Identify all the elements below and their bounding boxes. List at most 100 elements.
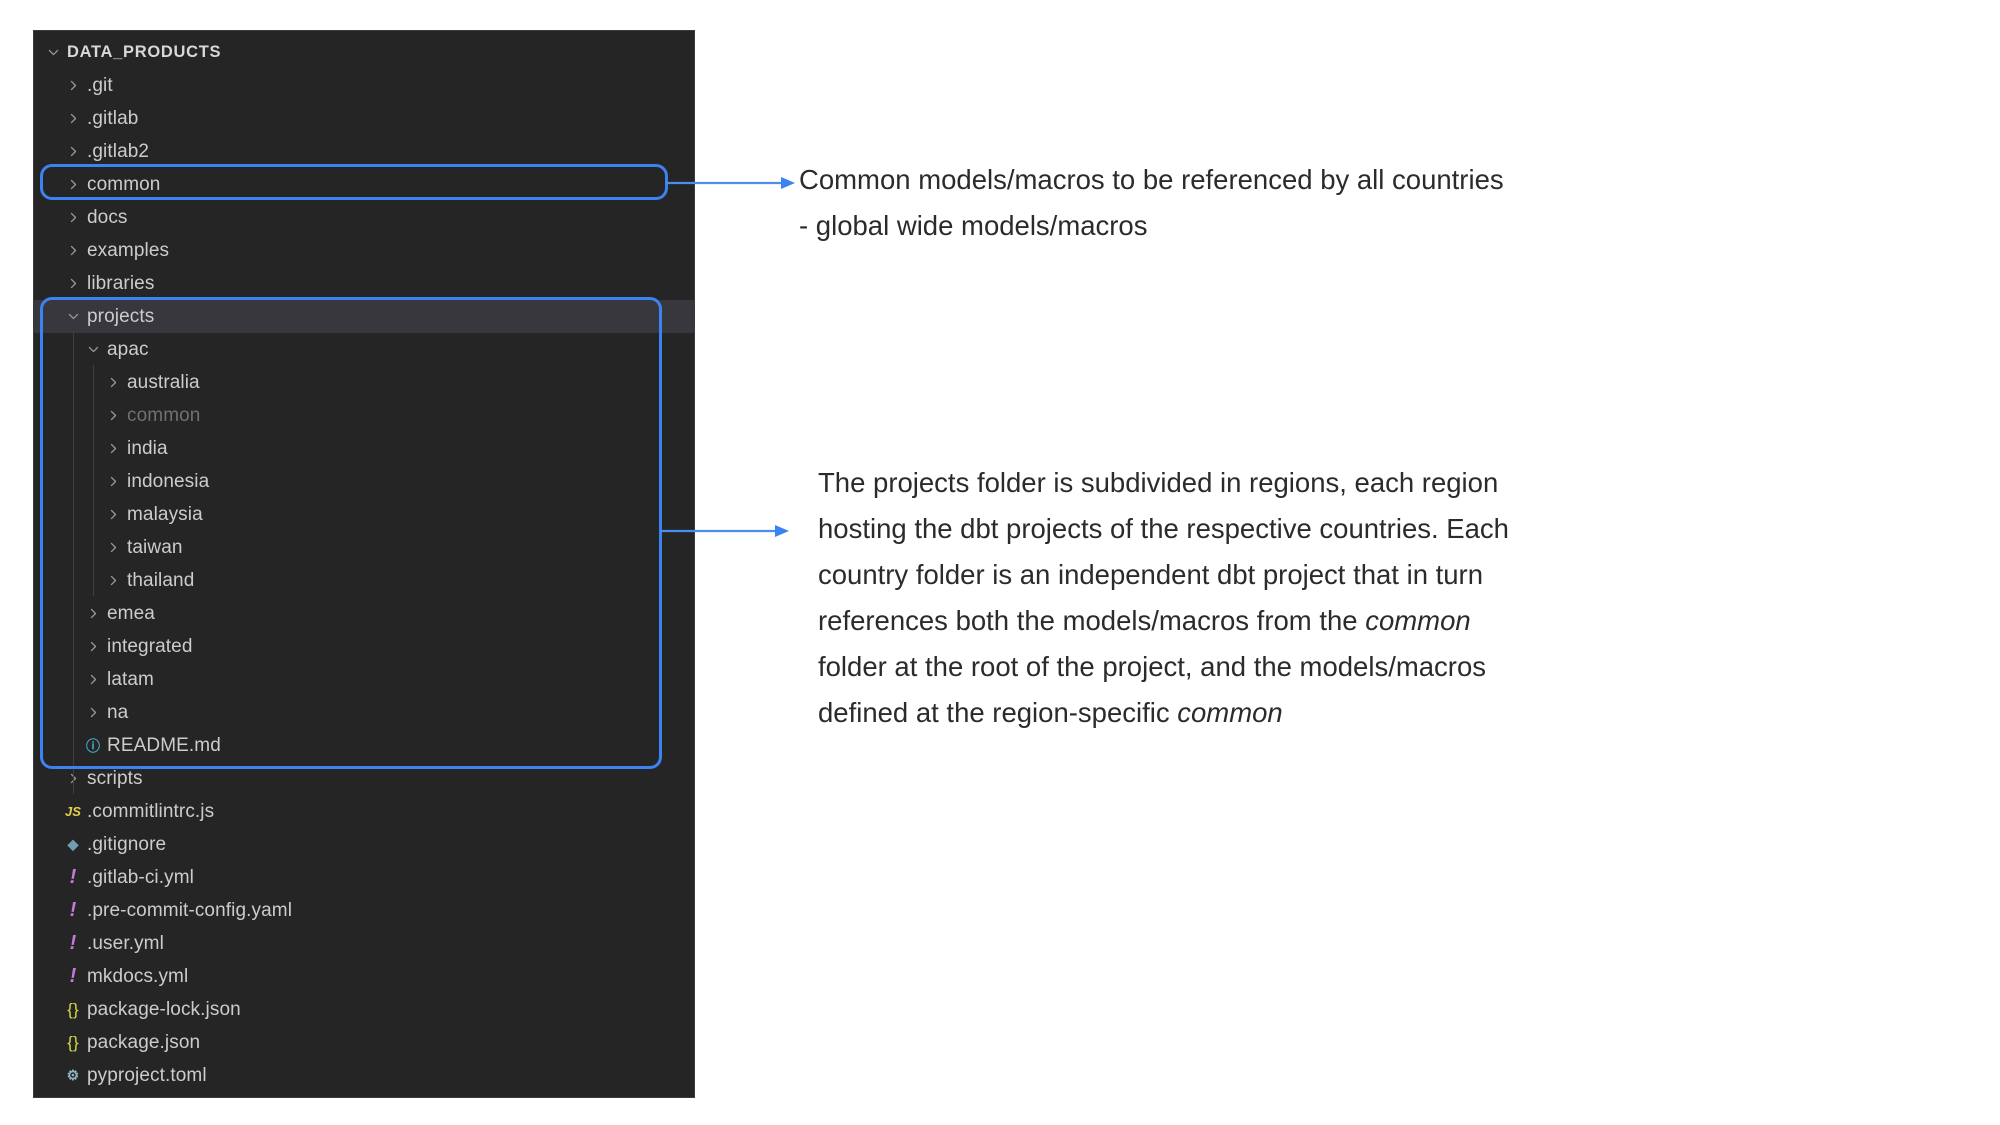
callout-arrow-common: [666, 177, 795, 189]
tree-folder-australia[interactable]: australia: [34, 366, 694, 399]
tree-file-package-lock-json[interactable]: {} package-lock.json: [34, 993, 694, 1026]
tree-item-label: .commitlintrc.js: [87, 800, 215, 822]
tree-item-label: common: [87, 173, 161, 195]
annotation-text-projects: The projects folder is subdivided in reg…: [818, 460, 1518, 736]
tree-item-label: thailand: [127, 569, 195, 591]
tree-item-label: mkdocs.yml: [87, 965, 189, 987]
tree-file-commitlintrc-js[interactable]: JS .commitlintrc.js: [34, 795, 694, 828]
chevron-right-icon[interactable]: [61, 112, 85, 125]
tree-item-label: malaysia: [127, 503, 203, 525]
file-explorer-panel[interactable]: DATA_PRODUCTS .git .gitlab .gitlab2 common do…: [33, 30, 695, 1098]
yaml-file-icon: !: [69, 866, 77, 888]
tree-item-label: integrated: [107, 635, 193, 657]
tree-item-label: indonesia: [127, 470, 210, 492]
chevron-right-icon[interactable]: [81, 706, 105, 719]
tree-folder-latam[interactable]: latam: [34, 663, 694, 696]
tree-folder-gitlab[interactable]: .gitlab: [34, 102, 694, 135]
tree-file-package-json[interactable]: {} package.json: [34, 1026, 694, 1059]
tree-folder-emea[interactable]: emea: [34, 597, 694, 630]
annotation-projects-emphasis-2: common: [1177, 697, 1283, 728]
tree-folder-apac[interactable]: apac: [34, 333, 694, 366]
tree-item-label: libraries: [87, 272, 155, 294]
chevron-down-icon[interactable]: [61, 310, 85, 323]
tree-folder-gitlab2[interactable]: .gitlab2: [34, 135, 694, 168]
tree-folder-docs[interactable]: docs: [34, 201, 694, 234]
tree-item-label: na: [107, 701, 129, 723]
tree-item-label: common: [127, 404, 201, 426]
chevron-down-icon[interactable]: [41, 46, 65, 59]
chevron-right-icon[interactable]: [101, 508, 125, 521]
tree-item-label: examples: [87, 239, 170, 261]
annotation-projects-emphasis-1: common: [1365, 605, 1471, 636]
tree-item-label: .user.yml: [87, 932, 164, 954]
chevron-right-icon[interactable]: [61, 145, 85, 158]
tree-item-label: .gitlab-ci.yml: [87, 866, 194, 888]
tree-item-label: emea: [107, 602, 155, 624]
tree-folder-projects[interactable]: projects: [34, 300, 694, 333]
chevron-right-icon[interactable]: [61, 178, 85, 191]
tree-file-gitignore[interactable]: ◆ .gitignore: [34, 828, 694, 861]
tree-folder-malaysia[interactable]: malaysia: [34, 498, 694, 531]
tree-folder-examples[interactable]: examples: [34, 234, 694, 267]
chevron-right-icon[interactable]: [101, 409, 125, 422]
tree-folder-thailand[interactable]: thailand: [34, 564, 694, 597]
tree-folder-na[interactable]: na: [34, 696, 694, 729]
tree-item-label: projects: [87, 305, 155, 327]
tree-file-pyproject-toml[interactable]: ⚙ pyproject.toml: [34, 1059, 694, 1092]
yaml-file-icon: !: [69, 899, 77, 921]
chevron-right-icon[interactable]: [61, 79, 85, 92]
chevron-right-icon[interactable]: [61, 277, 85, 290]
chevron-right-icon[interactable]: [81, 640, 105, 653]
json-file-icon: {}: [67, 1032, 79, 1052]
tree-folder-indonesia[interactable]: indonesia: [34, 465, 694, 498]
tree-folder-libraries[interactable]: libraries: [34, 267, 694, 300]
tree-item-label: package.json: [87, 1031, 201, 1053]
yaml-file-icon: !: [69, 932, 77, 954]
chevron-right-icon[interactable]: [81, 673, 105, 686]
tree-folder-common[interactable]: common: [34, 399, 694, 432]
tree-folder-india[interactable]: india: [34, 432, 694, 465]
chevron-right-icon[interactable]: [101, 475, 125, 488]
tree-item-label: package-lock.json: [87, 998, 241, 1020]
tree-root-data_products[interactable]: DATA_PRODUCTS: [34, 36, 694, 69]
tree-item-label: DATA_PRODUCTS: [67, 43, 222, 61]
tree-item-label: .git: [87, 74, 113, 96]
tree-item-label: latam: [107, 668, 154, 690]
gitignore-file-icon: ◆: [67, 836, 79, 852]
tree-item-label: .gitlab2: [87, 140, 150, 162]
tree-file-readme-md[interactable]: ⓘ README.md: [34, 729, 694, 762]
chevron-right-icon[interactable]: [101, 376, 125, 389]
chevron-right-icon[interactable]: [81, 607, 105, 620]
tree-file-mkdocs-yml[interactable]: ! mkdocs.yml: [34, 960, 694, 993]
indent-guide-apac: [93, 365, 94, 596]
tree-folder-scripts[interactable]: scripts: [34, 762, 694, 795]
tree-file-gitlab-ci-yml[interactable]: ! .gitlab-ci.yml: [34, 861, 694, 894]
tree-item-label: docs: [87, 206, 128, 228]
chevron-down-icon[interactable]: [81, 343, 105, 356]
chevron-right-icon[interactable]: [101, 541, 125, 554]
tree-folder-common[interactable]: common: [34, 168, 694, 201]
javascript-file-icon: JS: [64, 804, 82, 819]
tree-folder-taiwan[interactable]: taiwan: [34, 531, 694, 564]
tree-item-label: README.md: [107, 734, 221, 756]
markdown-info-icon: ⓘ: [85, 737, 101, 754]
tree-item-label: taiwan: [127, 536, 183, 558]
tree-item-label: .gitignore: [87, 833, 167, 855]
tree-item-label: india: [127, 437, 168, 459]
tree-file-user-yml[interactable]: ! .user.yml: [34, 927, 694, 960]
chevron-right-icon[interactable]: [61, 211, 85, 224]
tree-item-label: scripts: [87, 767, 143, 789]
tree-folder-git[interactable]: .git: [34, 69, 694, 102]
tree-item-label: .pre-commit-config.yaml: [87, 899, 293, 921]
tree-file-pre-commit-config-yaml[interactable]: ! .pre-commit-config.yaml: [34, 894, 694, 927]
chevron-right-icon[interactable]: [101, 574, 125, 587]
tree-item-label: .gitlab: [87, 107, 139, 129]
chevron-right-icon[interactable]: [101, 442, 125, 455]
tree-item-label: apac: [107, 338, 149, 360]
chevron-right-icon[interactable]: [61, 244, 85, 257]
tree-item-label: pyproject.toml: [87, 1064, 207, 1086]
callout-arrow-projects: [660, 525, 789, 537]
yaml-file-icon: !: [69, 965, 77, 987]
tree-folder-integrated[interactable]: integrated: [34, 630, 694, 663]
file-tree[interactable]: DATA_PRODUCTS .git .gitlab .gitlab2 common do…: [34, 31, 694, 1092]
